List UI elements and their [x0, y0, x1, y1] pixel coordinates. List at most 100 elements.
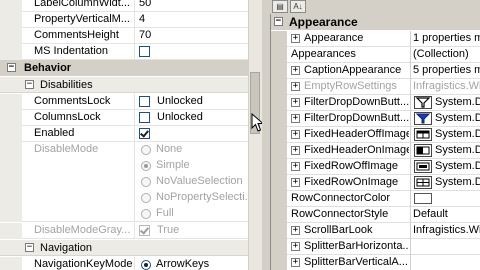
right-property-grid: − Appearance +Appearance1 properties moA…: [270, 14, 480, 270]
property-value[interactable]: [413, 191, 480, 207]
expand-toggle-icon[interactable]: +: [291, 258, 300, 267]
collapse-toggle-icon[interactable]: −: [25, 243, 34, 252]
property-value[interactable]: Infragistics.Wi: [413, 79, 480, 95]
radio-option-full[interactable]: Full: [139, 206, 248, 222]
disable-mode-gray-checkbox[interactable]: [139, 225, 150, 236]
property-name: Appearance: [304, 32, 364, 44]
expand-toggle-icon[interactable]: +: [291, 146, 300, 155]
property-row[interactable]: RowConnectorColor: [271, 191, 480, 207]
radio-option-nopropertyselection[interactable]: NoPropertySelecti...: [139, 190, 248, 206]
property-row-comments-height[interactable]: CommentsHeight 70: [0, 28, 248, 44]
property-row-property-vertical-margin[interactable]: PropertyVerticalM... 4: [0, 12, 248, 28]
property-value[interactable]: 70: [139, 28, 248, 44]
property-name: LabelColumnWidt...: [34, 0, 130, 9]
property-row-ms-indentation[interactable]: MS Indentation: [0, 44, 248, 60]
category-behavior[interactable]: − Behavior: [0, 60, 248, 76]
columns-lock-checkbox[interactable]: [139, 112, 150, 123]
property-row[interactable]: + Appearance 1 properties mo: [271, 31, 480, 47]
property-row-columns-lock[interactable]: ColumnsLock Unlocked: [0, 110, 248, 126]
collapse-toggle-icon[interactable]: −: [7, 63, 16, 72]
property-row-label-column-width[interactable]: LabelColumnWidt... 50: [0, 0, 248, 12]
categorized-view-icon[interactable]: ▤: [272, 0, 288, 13]
property-name: FilterDropDownButt...: [304, 112, 409, 124]
property-row[interactable]: + FixedHeaderOffImage System.D: [271, 127, 480, 143]
checkmark-icon: [140, 128, 149, 138]
radio-selected-icon[interactable]: [141, 260, 151, 270]
property-value[interactable]: 1 properties mo: [413, 31, 480, 47]
property-name: CommentsLock: [34, 95, 111, 107]
property-row-enabled[interactable]: Enabled: [0, 126, 248, 142]
property-row[interactable]: + FixedRowOnImage System.D: [271, 175, 480, 191]
property-value[interactable]: 5 properties mo: [413, 63, 480, 79]
property-row[interactable]: + ScrollBarLook Infragistics.Win: [271, 223, 480, 239]
property-row[interactable]: + FixedRowOffImage System.D: [271, 159, 480, 175]
left-property-grid: LabelColumnWidt... 50 PropertyVerticalM.…: [0, 0, 248, 270]
property-row-disable-mode[interactable]: DisableMode None Simple NoValueSelection…: [0, 142, 248, 222]
property-value[interactable]: System.D: [435, 127, 480, 143]
property-value[interactable]: 4: [139, 12, 248, 28]
expand-toggle-icon[interactable]: +: [291, 82, 300, 91]
expand-toggle-icon[interactable]: +: [291, 34, 300, 43]
alphabetical-sort-icon[interactable]: A↓: [290, 0, 306, 13]
expand-toggle-icon[interactable]: +: [291, 162, 300, 171]
radio-option-novalueselection[interactable]: NoValueSelection: [139, 174, 248, 190]
property-row[interactable]: + SplitterBarVerticalA...: [271, 255, 480, 270]
property-row-disable-mode-gray[interactable]: DisableModeGray... True: [0, 223, 248, 239]
radio-icon: [141, 193, 151, 203]
property-name: EmptyRowSettings: [304, 80, 397, 92]
property-value[interactable]: [413, 239, 480, 255]
property-value[interactable]: System.D: [435, 175, 480, 191]
category-appearance[interactable]: − Appearance: [271, 14, 480, 30]
property-name: CaptionAppearance: [304, 64, 402, 76]
expand-toggle-icon[interactable]: +: [291, 66, 300, 75]
expand-toggle-icon[interactable]: +: [291, 130, 300, 139]
collapse-toggle-icon[interactable]: −: [274, 17, 283, 26]
expand-toggle-icon[interactable]: +: [291, 114, 300, 123]
property-name: FilterDropDownButt...: [304, 96, 409, 108]
property-value[interactable]: System.D: [435, 143, 480, 159]
property-row[interactable]: + FilterDropDownButt... System.D: [271, 111, 480, 127]
property-name: FixedHeaderOnImage: [304, 144, 409, 156]
fixed-header-off-icon: [414, 128, 432, 141]
expand-toggle-icon[interactable]: +: [291, 178, 300, 187]
property-value[interactable]: System.D: [435, 111, 480, 127]
property-value[interactable]: System.D: [435, 95, 480, 111]
property-value[interactable]: Infragistics.Win: [413, 223, 480, 239]
ms-indentation-checkbox[interactable]: [139, 46, 150, 57]
expand-toggle-icon[interactable]: +: [291, 242, 300, 251]
property-name: Appearances: [291, 48, 356, 60]
radio-option-none[interactable]: None: [139, 142, 248, 158]
fixed-row-on-icon: [414, 176, 432, 189]
right-grid-toolbar: ▤ A↓: [268, 0, 480, 14]
property-row[interactable]: + CaptionAppearance 5 properties mo: [271, 63, 480, 79]
property-row[interactable]: + FixedHeaderOnImage System.D: [271, 143, 480, 159]
property-name: FixedHeaderOffImage: [304, 128, 409, 140]
property-name: ColumnsLock: [34, 111, 101, 123]
property-row[interactable]: RowConnectorStyle Default: [271, 207, 480, 223]
property-value[interactable]: 50: [139, 0, 248, 12]
property-value[interactable]: [413, 255, 480, 270]
fixed-header-on-icon: [414, 144, 432, 157]
property-row[interactable]: + EmptyRowSettings Infragistics.Wi: [271, 79, 480, 95]
expand-toggle-icon[interactable]: +: [291, 226, 300, 235]
radio-option-simple[interactable]: Simple: [139, 158, 248, 174]
property-row[interactable]: Appearances (Collection): [271, 47, 480, 63]
property-value[interactable]: System.D: [435, 159, 480, 175]
property-value[interactable]: (Collection): [413, 47, 480, 63]
property-value[interactable]: Default: [413, 207, 480, 223]
collapse-toggle-icon[interactable]: −: [25, 80, 34, 89]
subcategory-disabilities[interactable]: − Disabilities: [0, 77, 248, 93]
property-row[interactable]: + FilterDropDownButt... System.D: [271, 95, 480, 111]
left-vertical-scrollbar[interactable]: [248, 0, 262, 270]
subcategory-navigation[interactable]: − Navigation: [0, 240, 248, 256]
property-name: RowConnectorColor: [291, 192, 391, 204]
property-row-navigation-key-mode[interactable]: NavigationKeyMode ArrowKeys: [0, 257, 248, 270]
property-name: ScrollBarLook: [304, 224, 373, 236]
property-name: SplitterBarHorizonta...: [304, 240, 409, 252]
filter-icon: [414, 96, 432, 109]
expand-toggle-icon[interactable]: +: [291, 98, 300, 107]
enabled-checkbox[interactable]: [139, 128, 150, 139]
property-row-comments-lock[interactable]: CommentsLock Unlocked: [0, 94, 248, 110]
comments-lock-checkbox[interactable]: [139, 96, 150, 107]
property-row[interactable]: + SplitterBarHorizonta...: [271, 239, 480, 255]
